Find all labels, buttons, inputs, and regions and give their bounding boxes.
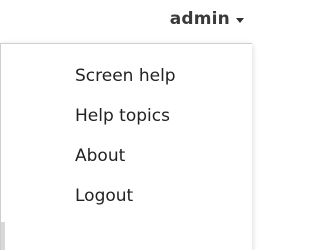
user-dropdown-menu: Screen help Help topics About Logout bbox=[0, 43, 252, 250]
username-label: admin bbox=[169, 9, 230, 29]
caret-down-icon bbox=[236, 17, 244, 23]
menu-item-logout[interactable]: Logout bbox=[75, 181, 133, 211]
scroll-edge-shade bbox=[1, 222, 5, 250]
menu-item-about[interactable]: About bbox=[75, 141, 125, 171]
menu-item-screen-help[interactable]: Screen help bbox=[75, 61, 176, 91]
menu-item-help-topics[interactable]: Help topics bbox=[75, 101, 170, 131]
user-menu-toggle[interactable]: admin bbox=[170, 7, 244, 31]
